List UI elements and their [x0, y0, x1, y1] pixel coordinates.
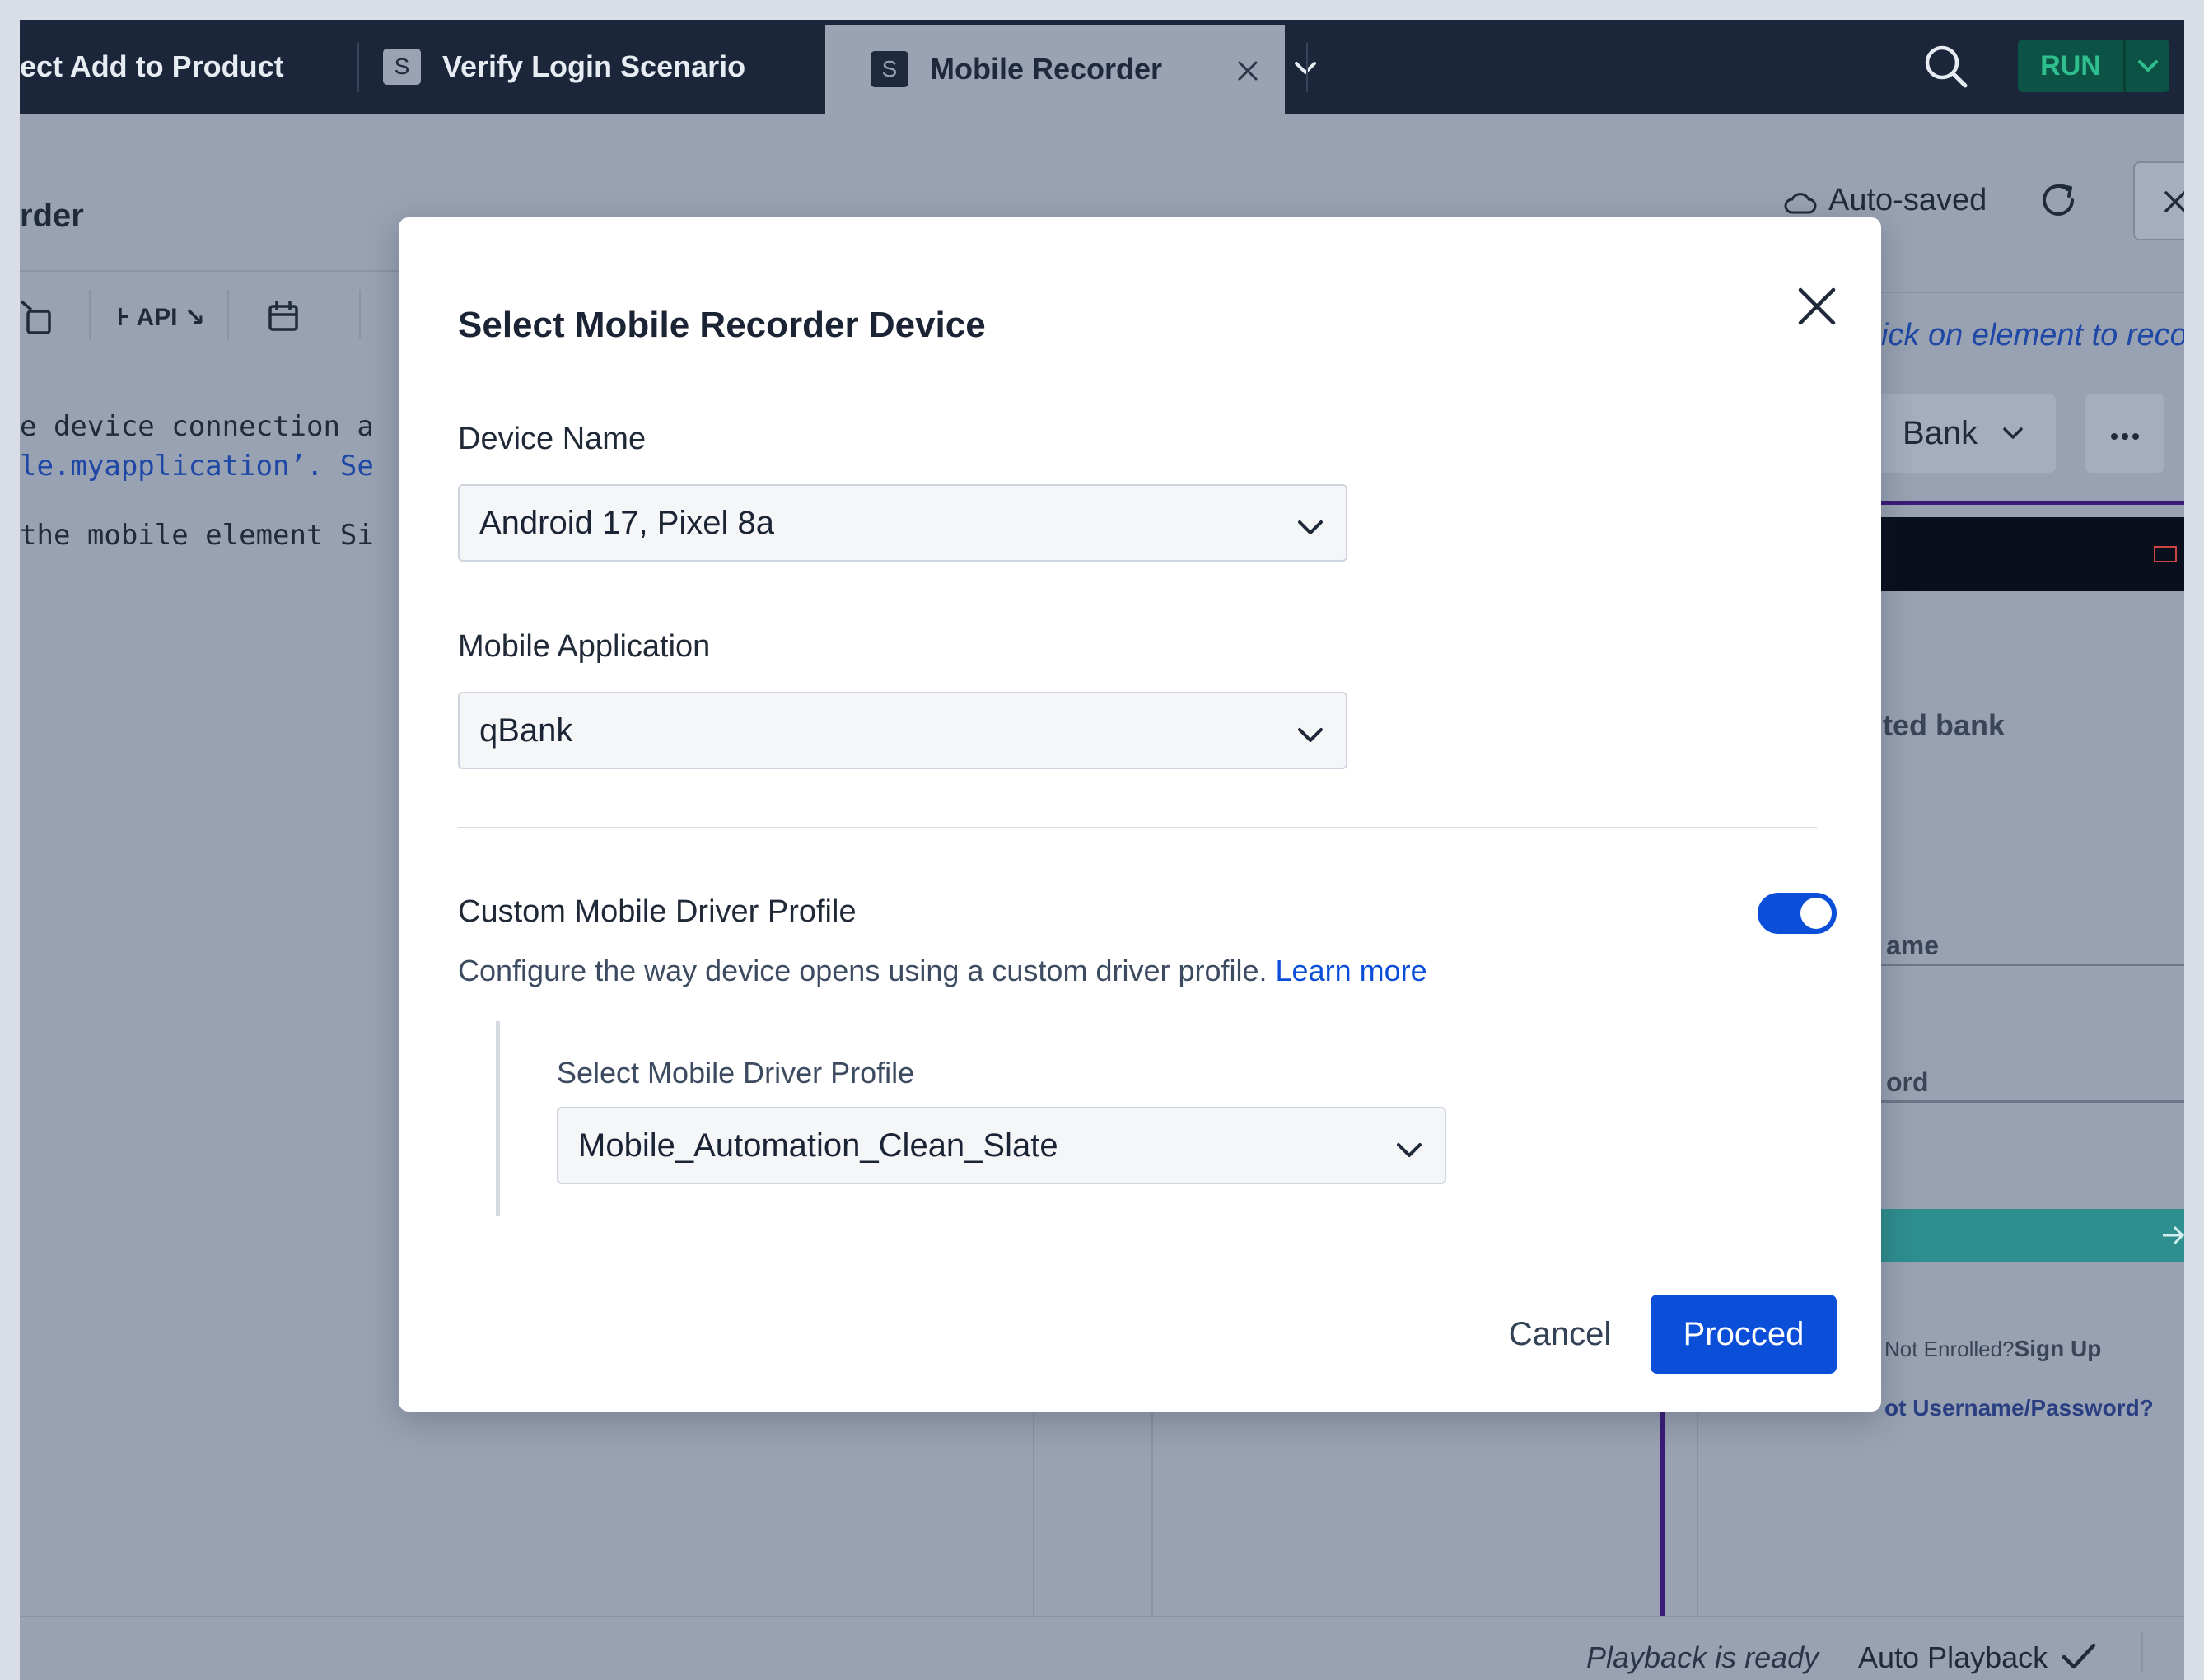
tab-label: Verify Login Scenario [442, 49, 746, 83]
description-text: Configure the way device opens using a c… [458, 954, 1268, 987]
tab-verify-login-scenario[interactable]: S Verify Login Scenario [383, 20, 828, 114]
driver-profile-value: Mobile_Automation_Clean_Slate [578, 1127, 1058, 1164]
phone-password-label: ord [1886, 1067, 1929, 1097]
close-tab-icon[interactable] [1235, 56, 1260, 91]
phone-not-enrolled: Not Enrolled?Sign Up [1884, 1336, 2101, 1362]
tab-overflow-chevron-icon[interactable] [1286, 49, 1324, 87]
auto-playback-toggle[interactable]: Auto Playback [1858, 1640, 2048, 1675]
checkmark-icon [2061, 1642, 2097, 1676]
close-panel-button[interactable] [2133, 161, 2184, 240]
more-icon [2110, 430, 2140, 445]
mobile-application-select[interactable]: qBank [458, 692, 1347, 769]
close-dialog-button[interactable] [1791, 282, 1843, 334]
record-hint: ick on element to record [1881, 318, 2184, 352]
tab-label: ect Add to Product [20, 49, 284, 83]
app-select-value: Bank [1903, 415, 1978, 451]
chevron-down-icon [1296, 716, 1324, 754]
phone-status-bar [1881, 517, 2184, 591]
api-toolbar-button[interactable]: ⊦ API ↘ [117, 303, 205, 332]
cast-icon [2153, 545, 2178, 567]
tab-divider [357, 43, 359, 92]
search-icon[interactable] [1922, 43, 1970, 95]
tab-bar: ect Add to Product S Verify Login Scenar… [20, 20, 2184, 114]
run-options-chevron-icon[interactable] [2123, 40, 2169, 92]
custom-profile-description: Configure the way device opens using a c… [458, 954, 1427, 988]
code-line: le.myapplication’. Se [20, 450, 374, 483]
section-divider [458, 827, 1817, 828]
learn-more-link[interactable]: Learn more [1276, 954, 1427, 987]
driver-profile-select[interactable]: Mobile_Automation_Clean_Slate [557, 1107, 1446, 1184]
tab-mobile-recorder[interactable]: S Mobile Recorder [825, 25, 1285, 114]
playback-status: Playback is ready [1586, 1640, 1819, 1674]
auto-saved-status: Auto-saved [1828, 183, 1987, 217]
chevron-down-icon [2001, 427, 2024, 446]
close-icon [2163, 189, 2184, 218]
timeline-marker [1660, 1412, 1665, 1617]
tab-add-to-product[interactable]: ect Add to Product [20, 20, 349, 114]
footer-divider [2141, 1631, 2143, 1672]
app-window: ect Add to Product S Verify Login Scenar… [20, 20, 2184, 1680]
calendar-icon[interactable] [267, 300, 300, 337]
username-underline [1881, 964, 2184, 966]
copy-icon[interactable] [20, 296, 53, 342]
toggle-knob [1800, 898, 1832, 929]
code-line: e device connection a [20, 410, 374, 443]
mobile-application-label: Mobile Application [458, 629, 711, 664]
tab-divider [1306, 43, 1308, 92]
chevron-down-icon [1395, 1132, 1423, 1169]
run-label: RUN [2040, 49, 2101, 82]
phone-forgot-link[interactable]: ot Username/Password? [1884, 1395, 2154, 1421]
header-divider [1881, 292, 2184, 293]
toolbar-divider [20, 270, 399, 272]
custom-profile-toggle[interactable] [1758, 893, 1837, 934]
code-line: the mobile element Si [20, 519, 374, 552]
chevron-down-icon [1296, 509, 1324, 546]
driver-profile-label: Select Mobile Driver Profile [557, 1056, 915, 1090]
select-device-dialog: Select Mobile Recorder Device Device Nam… [399, 217, 1881, 1412]
refresh-icon[interactable] [2036, 178, 2080, 226]
phone-username-label: ame [1886, 931, 1940, 960]
panel-divider [1033, 1412, 1034, 1617]
sign-up-link[interactable]: Sign Up [2015, 1336, 2102, 1361]
preview-top-border [1881, 501, 2184, 505]
more-options-button[interactable] [2085, 394, 2164, 473]
password-underline [1881, 1100, 2184, 1103]
scenario-badge: S [383, 49, 421, 85]
device-name-label: Device Name [458, 422, 647, 456]
device-name-select[interactable]: Android 17, Pixel 8a [458, 484, 1347, 562]
custom-profile-title: Custom Mobile Driver Profile [458, 894, 857, 929]
page-title: rder [20, 198, 84, 234]
not-enrolled-text: Not Enrolled? [1884, 1337, 2015, 1361]
mobile-application-value: qBank [479, 712, 573, 749]
toolbar-separator [359, 290, 361, 339]
run-button[interactable]: RUN [2018, 40, 2169, 92]
arrow-right-icon [2161, 1224, 2184, 1251]
toolbar-separator [227, 290, 229, 339]
device-name-value: Android 17, Pixel 8a [479, 504, 775, 541]
close-icon [1797, 287, 1837, 330]
panel-divider [1697, 1412, 1698, 1617]
scenario-badge: S [871, 51, 908, 87]
toolbar-separator [89, 290, 91, 339]
cancel-button[interactable]: Cancel [1469, 1295, 1651, 1374]
tab-label: Mobile Recorder [930, 52, 1163, 86]
dialog-title: Select Mobile Recorder Device [458, 305, 986, 345]
proceed-button[interactable]: Procced [1651, 1295, 1837, 1374]
phone-login-button[interactable] [1881, 1209, 2184, 1262]
phone-bank-text: ted bank [1883, 708, 2006, 742]
profile-indent-bar [496, 1021, 500, 1216]
panel-divider [1151, 1412, 1153, 1617]
